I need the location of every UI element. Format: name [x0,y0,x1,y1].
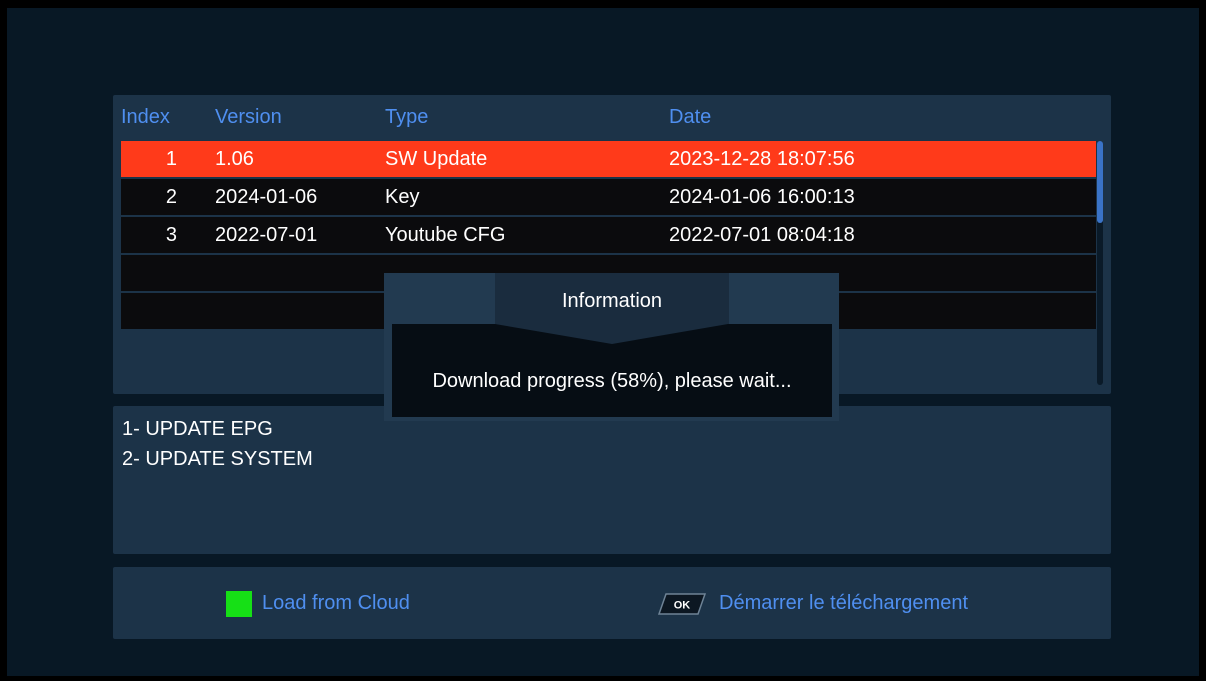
header-index: Index [121,106,170,128]
start-download-label[interactable]: Démarrer le téléchargement [719,592,968,615]
row-index: 3 [165,224,177,246]
row-date: 2022-07-01 08:04:18 [669,224,855,246]
description-line-2: 2- UPDATE SYSTEM [122,448,313,470]
header-type: Type [385,106,429,128]
green-key-icon[interactable] [226,591,252,617]
row-index: 2 [165,186,177,208]
description-line-1: 1- UPDATE EPG [122,418,273,440]
row-date: 2023-12-28 18:07:56 [669,148,855,170]
list-row-1[interactable]: 1 1.06 SW Update 2023-12-28 18:07:56 [121,141,1096,177]
row-date: 2024-01-06 16:00:13 [669,186,855,208]
description-panel: 1- UPDATE EPG 2- UPDATE SYSTEM [113,406,1111,554]
ok-key-text: OK [674,600,691,612]
list-scrollbar[interactable] [1097,141,1103,385]
row-type: Youtube CFG [385,224,506,246]
list-row-2[interactable]: 2 2024-01-06 Key 2024-01-06 16:00:13 [121,179,1096,215]
dialog-title: Information [561,290,663,312]
row-type: Key [385,186,420,208]
list-header: Index Version Type Date [113,95,1111,139]
key-hint-bar: Load from Cloud OK Démarrer le télécharg… [113,567,1111,639]
header-version: Version [215,106,282,128]
ok-key-icon[interactable]: OK [658,593,706,615]
row-version: 1.06 [215,148,254,170]
row-version: 2022-07-01 [215,224,318,246]
load-from-cloud-label[interactable]: Load from Cloud [262,592,410,615]
list-scrollbar-thumb[interactable] [1097,141,1103,223]
row-type: SW Update [385,148,488,170]
header-date: Date [669,106,712,128]
list-row-3[interactable]: 3 2022-07-01 Youtube CFG 2022-07-01 08:0… [121,217,1096,253]
download-progress-message: Download progress (58%), please wait... [432,370,792,392]
dialog-body: Download progress (58%), please wait... [392,324,832,417]
row-version: 2024-01-06 [215,186,318,208]
row-index: 1 [165,148,177,170]
information-dialog: Download progress (58%), please wait... … [384,273,839,421]
dialog-title-notch [495,324,728,344]
